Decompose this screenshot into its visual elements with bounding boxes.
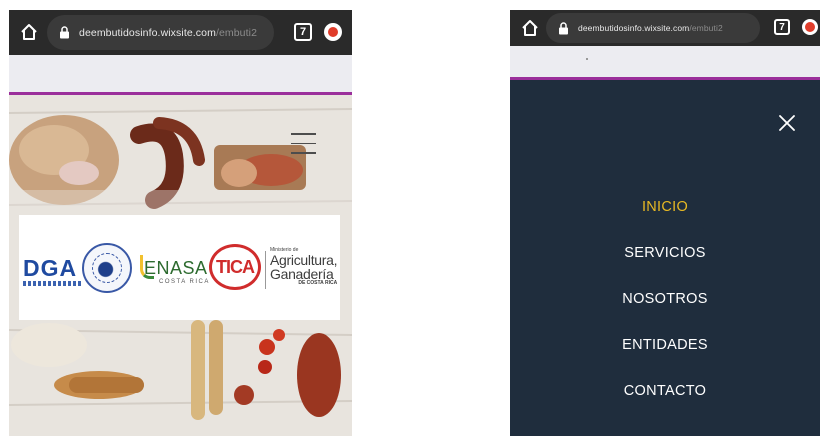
url-text: deembutidosinfo.wixsite.com/embuti2: [578, 23, 723, 33]
address-bar[interactable]: deembutidosinfo.wixsite.com/embuti2: [47, 15, 274, 50]
partner-logos-panel: DGA ENASA COSTA RICA TICA Ministerio de …: [19, 215, 340, 320]
header-dot: [586, 58, 588, 60]
ministry-seal-logo: [82, 243, 132, 293]
site-header: [9, 55, 352, 92]
tabs-icon[interactable]: 7: [774, 19, 790, 35]
home-icon[interactable]: [520, 18, 540, 38]
agriculture-ministry-logo: Ministerio de Agricultura, Ganadería DE …: [270, 247, 338, 286]
extension-icon[interactable]: [802, 19, 818, 35]
nav-menu: INICIO SERVICIOS NOSOTROS ENTIDADES CONTACTO: [510, 184, 820, 414]
menu-item-servicios[interactable]: SERVICIOS: [510, 230, 820, 276]
senasa-logo: ENASA: [144, 258, 208, 278]
browser-toolbar: deembutidosinfo.wixsite.com/embuti2 7: [9, 10, 352, 55]
tica-logo: TICA: [209, 244, 261, 290]
lock-icon: [60, 26, 69, 39]
senasa-logo-subtitle: COSTA RICA: [159, 279, 210, 285]
left-phone-screen: deembutidosinfo.wixsite.com/embuti2 7 DG…: [9, 0, 352, 436]
menu-item-nosotros[interactable]: NOSOTROS: [510, 276, 820, 322]
navigation-menu-panel: INICIO SERVICIOS NOSOTROS ENTIDADES CONTACTO: [510, 80, 820, 436]
extension-icon[interactable]: [324, 23, 342, 41]
url-text: deembutidosinfo.wixsite.com/embuti2: [79, 26, 258, 39]
address-bar[interactable]: deembutidosinfo.wixsite.com/embuti2: [546, 13, 760, 43]
home-icon[interactable]: [19, 22, 39, 42]
hero-image: DGA ENASA COSTA RICA TICA Ministerio de …: [9, 95, 352, 436]
site-header: [510, 46, 820, 78]
browser-toolbar: deembutidosinfo.wixsite.com/embuti2 7: [510, 10, 820, 46]
lock-icon: [559, 21, 568, 34]
dga-logo-subtext: [23, 281, 81, 286]
tabs-icon[interactable]: 7: [294, 23, 312, 41]
logo-divider: [265, 251, 266, 289]
menu-item-entidades[interactable]: ENTIDADES: [510, 322, 820, 368]
right-phone-screen: deembutidosinfo.wixsite.com/embuti2 7 IN…: [510, 0, 820, 436]
menu-item-contacto[interactable]: CONTACTO: [510, 368, 820, 414]
hamburger-menu-icon[interactable]: [291, 133, 316, 155]
close-icon[interactable]: [778, 114, 796, 132]
dga-logo: DGA: [23, 255, 78, 281]
menu-item-inicio[interactable]: INICIO: [510, 184, 820, 230]
